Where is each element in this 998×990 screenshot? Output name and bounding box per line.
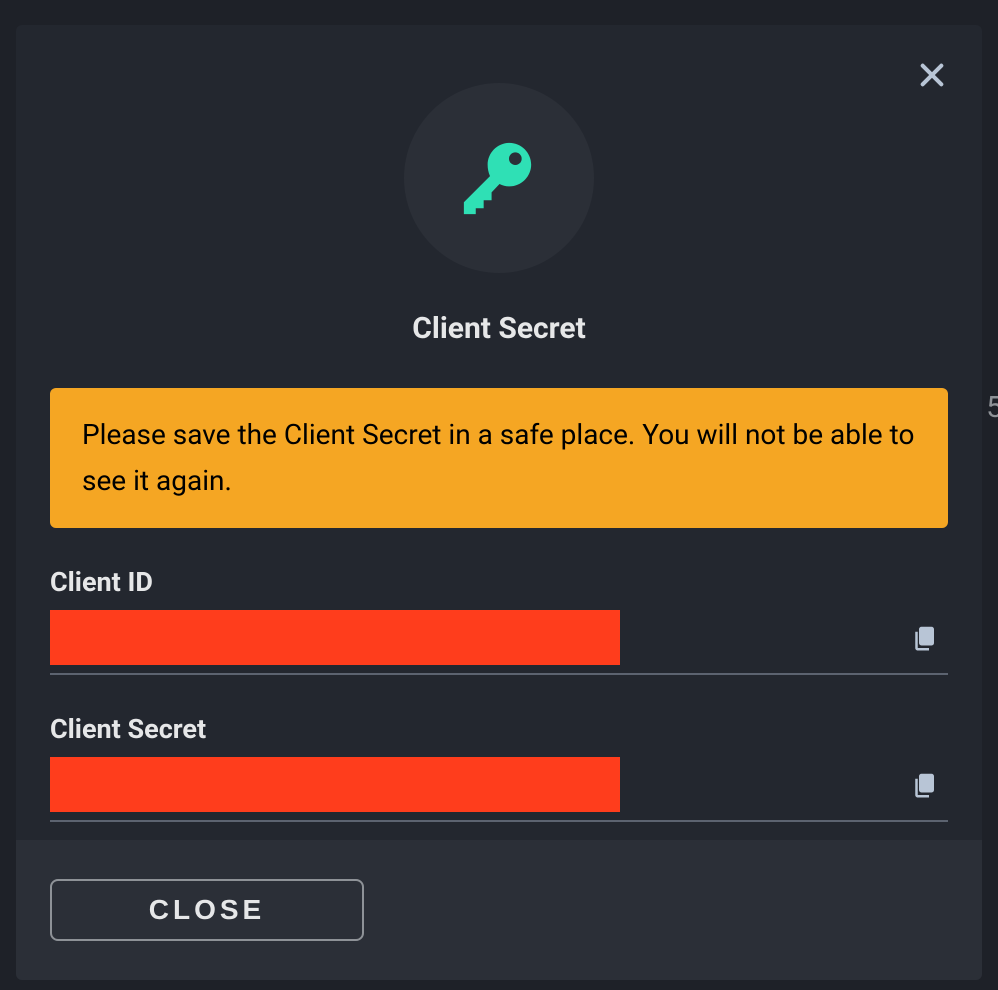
modal-title: Client Secret	[16, 311, 982, 346]
client-id-row	[50, 610, 948, 675]
client-id-label: Client ID	[50, 566, 948, 598]
close-icon-button[interactable]	[914, 57, 950, 93]
client-secret-label: Client Secret	[50, 713, 948, 745]
client-secret-modal: Client Secret Please save the Client Sec…	[16, 25, 982, 980]
copy-icon	[909, 770, 939, 800]
copy-icon	[909, 623, 939, 653]
client-secret-row	[50, 757, 948, 822]
client-secret-value-redacted	[50, 757, 620, 812]
client-secret-field-group: Client Secret	[50, 713, 948, 822]
client-id-value-redacted	[50, 610, 620, 665]
close-button[interactable]: CLOSE	[50, 879, 364, 941]
close-icon	[916, 59, 948, 91]
key-icon-circle	[404, 83, 594, 273]
warning-message: Please save the Client Secret in a safe …	[50, 388, 948, 528]
client-id-field-group: Client ID	[50, 566, 948, 675]
modal-footer: CLOSE	[16, 840, 982, 980]
copy-client-id-button[interactable]	[904, 618, 944, 658]
key-icon	[452, 131, 547, 226]
copy-client-secret-button[interactable]	[904, 765, 944, 805]
